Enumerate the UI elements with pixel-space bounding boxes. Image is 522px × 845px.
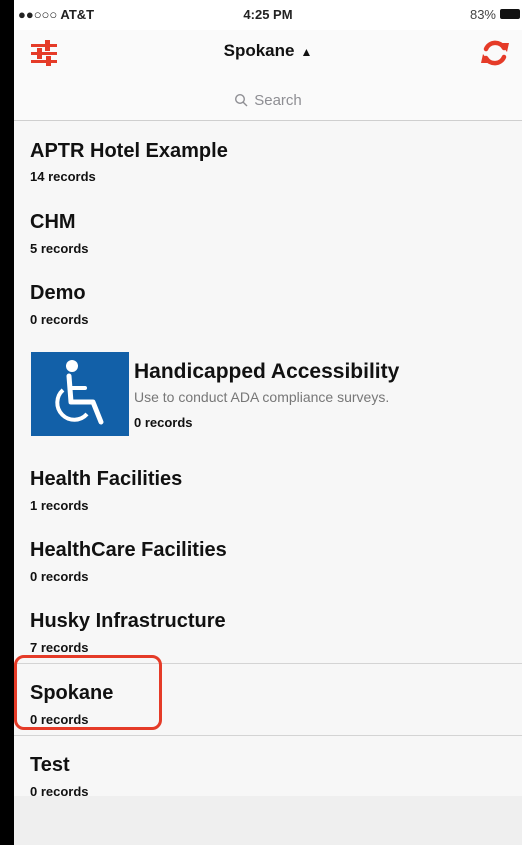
list-item[interactable]: APTR Hotel Example 14 records	[14, 121, 522, 193]
sync-icon	[481, 40, 509, 66]
app-name: Test	[30, 754, 70, 776]
battery-percent: 83%	[469, 7, 496, 22]
list-item[interactable]: CHM 5 records	[14, 193, 522, 264]
wheelchair-icon	[55, 360, 104, 425]
record-count: 14 records	[30, 169, 96, 184]
app-screen: ●●○○○ AT&T 4:25 PM 83% Spokane ▲ Search …	[14, 0, 522, 845]
list-item[interactable]: Demo 0 records	[14, 264, 522, 335]
list-item[interactable]: Husky Infrastructure 7 records	[14, 592, 522, 663]
caret-up-icon: ▲	[300, 45, 313, 59]
list-item[interactable]: HealthCare Facilities 0 records	[14, 521, 522, 592]
record-count: 5 records	[30, 241, 89, 256]
record-count: 0 records	[134, 415, 193, 430]
app-name: HealthCare Facilities	[30, 539, 227, 561]
search-bar[interactable]: Search	[14, 92, 522, 109]
app-name: Demo	[30, 282, 86, 304]
sync-button[interactable]	[478, 36, 512, 70]
record-count: 0 records	[30, 312, 89, 327]
app-name: Husky Infrastructure	[30, 610, 226, 632]
app-name: APTR Hotel Example	[30, 140, 228, 162]
title-text: Spokane	[223, 41, 295, 60]
list-item[interactable]: Health Facilities 1 records	[14, 450, 522, 521]
record-count: 0 records	[30, 569, 89, 584]
app-thumbnail	[31, 352, 129, 436]
clock: 4:25 PM	[243, 7, 293, 22]
current-app-title[interactable]: Spokane ▲	[14, 41, 522, 61]
battery-icon	[500, 9, 520, 19]
app-description: Use to conduct ADA compliance surveys.	[134, 389, 390, 405]
search-placeholder: Search	[254, 92, 302, 109]
app-name: Health Facilities	[30, 468, 183, 490]
list-footer	[14, 796, 522, 845]
app-name: Handicapped Accessibility	[134, 360, 400, 383]
status-bar: ●●○○○ AT&T 4:25 PM 83%	[14, 0, 522, 30]
record-count: 7 records	[30, 640, 89, 655]
highlight-outline	[14, 655, 162, 730]
record-count: 1 records	[30, 498, 89, 513]
navigation-bar: Spokane ▲ Search	[14, 30, 522, 121]
search-icon	[235, 93, 248, 107]
list-item[interactable]: Handicapped Accessibility Use to conduct…	[14, 335, 522, 450]
app-name: CHM	[30, 211, 76, 233]
